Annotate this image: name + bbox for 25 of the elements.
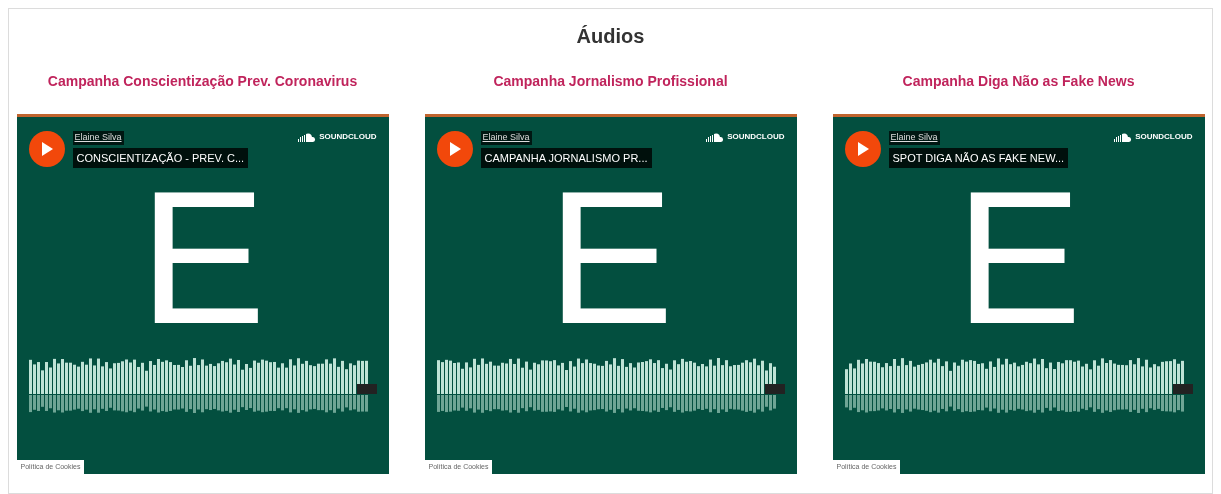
artist-link[interactable]: Elaine Silva [72, 131, 124, 145]
section-title: Áudios [576, 24, 645, 49]
brand-logo[interactable]: SOUNDCLOUD [727, 131, 785, 143]
track-title: SPOT DIGA NÃO AS FAKE NEW... [888, 147, 1069, 168]
brand-logo[interactable]: SOUNDCLOUD [319, 131, 377, 143]
play-icon [448, 142, 461, 156]
play-icon [40, 142, 53, 156]
duration-tag [764, 384, 785, 394]
cloud-icon [706, 132, 725, 142]
artist-link[interactable]: Elaine Silva [480, 131, 532, 145]
cloud-icon [298, 132, 317, 142]
duration-tag [356, 384, 377, 394]
artist-link[interactable]: Elaine Silva [888, 131, 940, 145]
track-title: CONSCIENTIZAÇÃO - PREV. C... [72, 147, 249, 168]
duration-tag [1172, 384, 1193, 394]
track-title: CAMPANHA JORNALISMO PR... [480, 147, 652, 168]
play-button[interactable] [436, 131, 473, 167]
audio-heading: Campanha Conscientização Prev. Coronavirus [47, 72, 358, 91]
cloud-icon [1114, 132, 1133, 142]
play-icon [856, 142, 869, 156]
play-button[interactable] [844, 131, 881, 167]
play-button[interactable] [28, 131, 65, 167]
audio-heading: Campanha Jornalismo Profissional [493, 72, 728, 91]
audio-heading: Campanha Diga Não as Fake News [902, 72, 1135, 91]
brand-logo[interactable]: SOUNDCLOUD [1135, 131, 1193, 143]
